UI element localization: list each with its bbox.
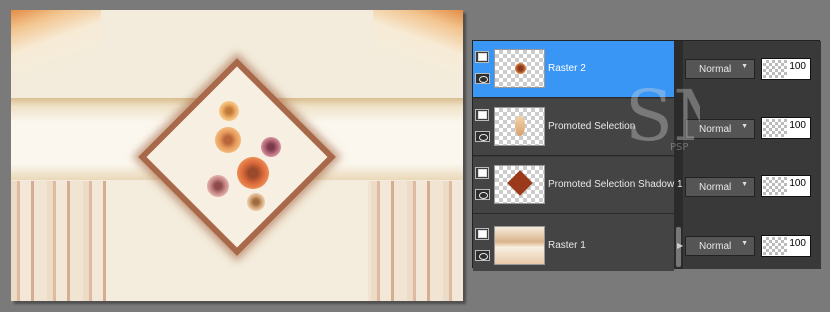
- chevron-down-icon: ▼: [741, 181, 748, 188]
- image-canvas[interactable]: [11, 10, 463, 301]
- eye-icon[interactable]: [475, 73, 490, 84]
- opacity-field[interactable]: 100: [761, 175, 811, 197]
- eye-icon[interactable]: [475, 131, 490, 142]
- layer-thumbnail: [494, 107, 545, 146]
- svg-text:SM: SM: [625, 75, 700, 157]
- flower-icon: [261, 137, 281, 157]
- layer-group-icon[interactable]: [475, 51, 489, 63]
- flower-icon: [247, 193, 265, 211]
- layer-thumbnail: [494, 49, 545, 88]
- layer-group-icon[interactable]: [475, 109, 489, 121]
- opacity-field[interactable]: 100: [761, 235, 811, 257]
- floral-diamond-frame: [137, 57, 337, 257]
- svg-text:PSP: PSP: [670, 142, 688, 153]
- blend-mode-dropdown[interactable]: Normal ▼: [685, 177, 755, 197]
- flower-icon: [215, 127, 241, 153]
- layer-group-icon[interactable]: [475, 228, 489, 240]
- layer-thumbnail: [494, 165, 545, 204]
- chevron-down-icon: ▼: [741, 240, 748, 247]
- chevron-down-icon: ▼: [741, 63, 748, 70]
- flower-icon: [219, 101, 239, 121]
- layer-thumbnail: [494, 226, 545, 265]
- layer-group-icon[interactable]: [475, 167, 489, 179]
- layer-row-raster-1[interactable]: Raster 1 ▶ Normal ▼ 100: [473, 214, 821, 271]
- eye-icon[interactable]: [475, 250, 490, 261]
- watermark-logo: SM PSP: [625, 75, 700, 157]
- layer-name: Promoted Selection Shadow 1: [548, 179, 683, 190]
- layer-name: Raster 2: [548, 63, 586, 74]
- expand-arrow-icon[interactable]: ▶: [677, 241, 683, 250]
- flower-icon: [207, 175, 229, 197]
- canvas-corner-decoration: [373, 10, 463, 90]
- eye-icon[interactable]: [475, 189, 490, 200]
- opacity-field[interactable]: 100: [761, 58, 811, 80]
- chevron-down-icon: ▼: [741, 123, 748, 130]
- flower-icon: [237, 157, 269, 189]
- opacity-field[interactable]: 100: [761, 117, 811, 139]
- layer-name: Raster 1: [548, 240, 586, 251]
- blend-mode-dropdown[interactable]: Normal ▼: [685, 236, 755, 256]
- canvas-corner-decoration: [11, 10, 101, 90]
